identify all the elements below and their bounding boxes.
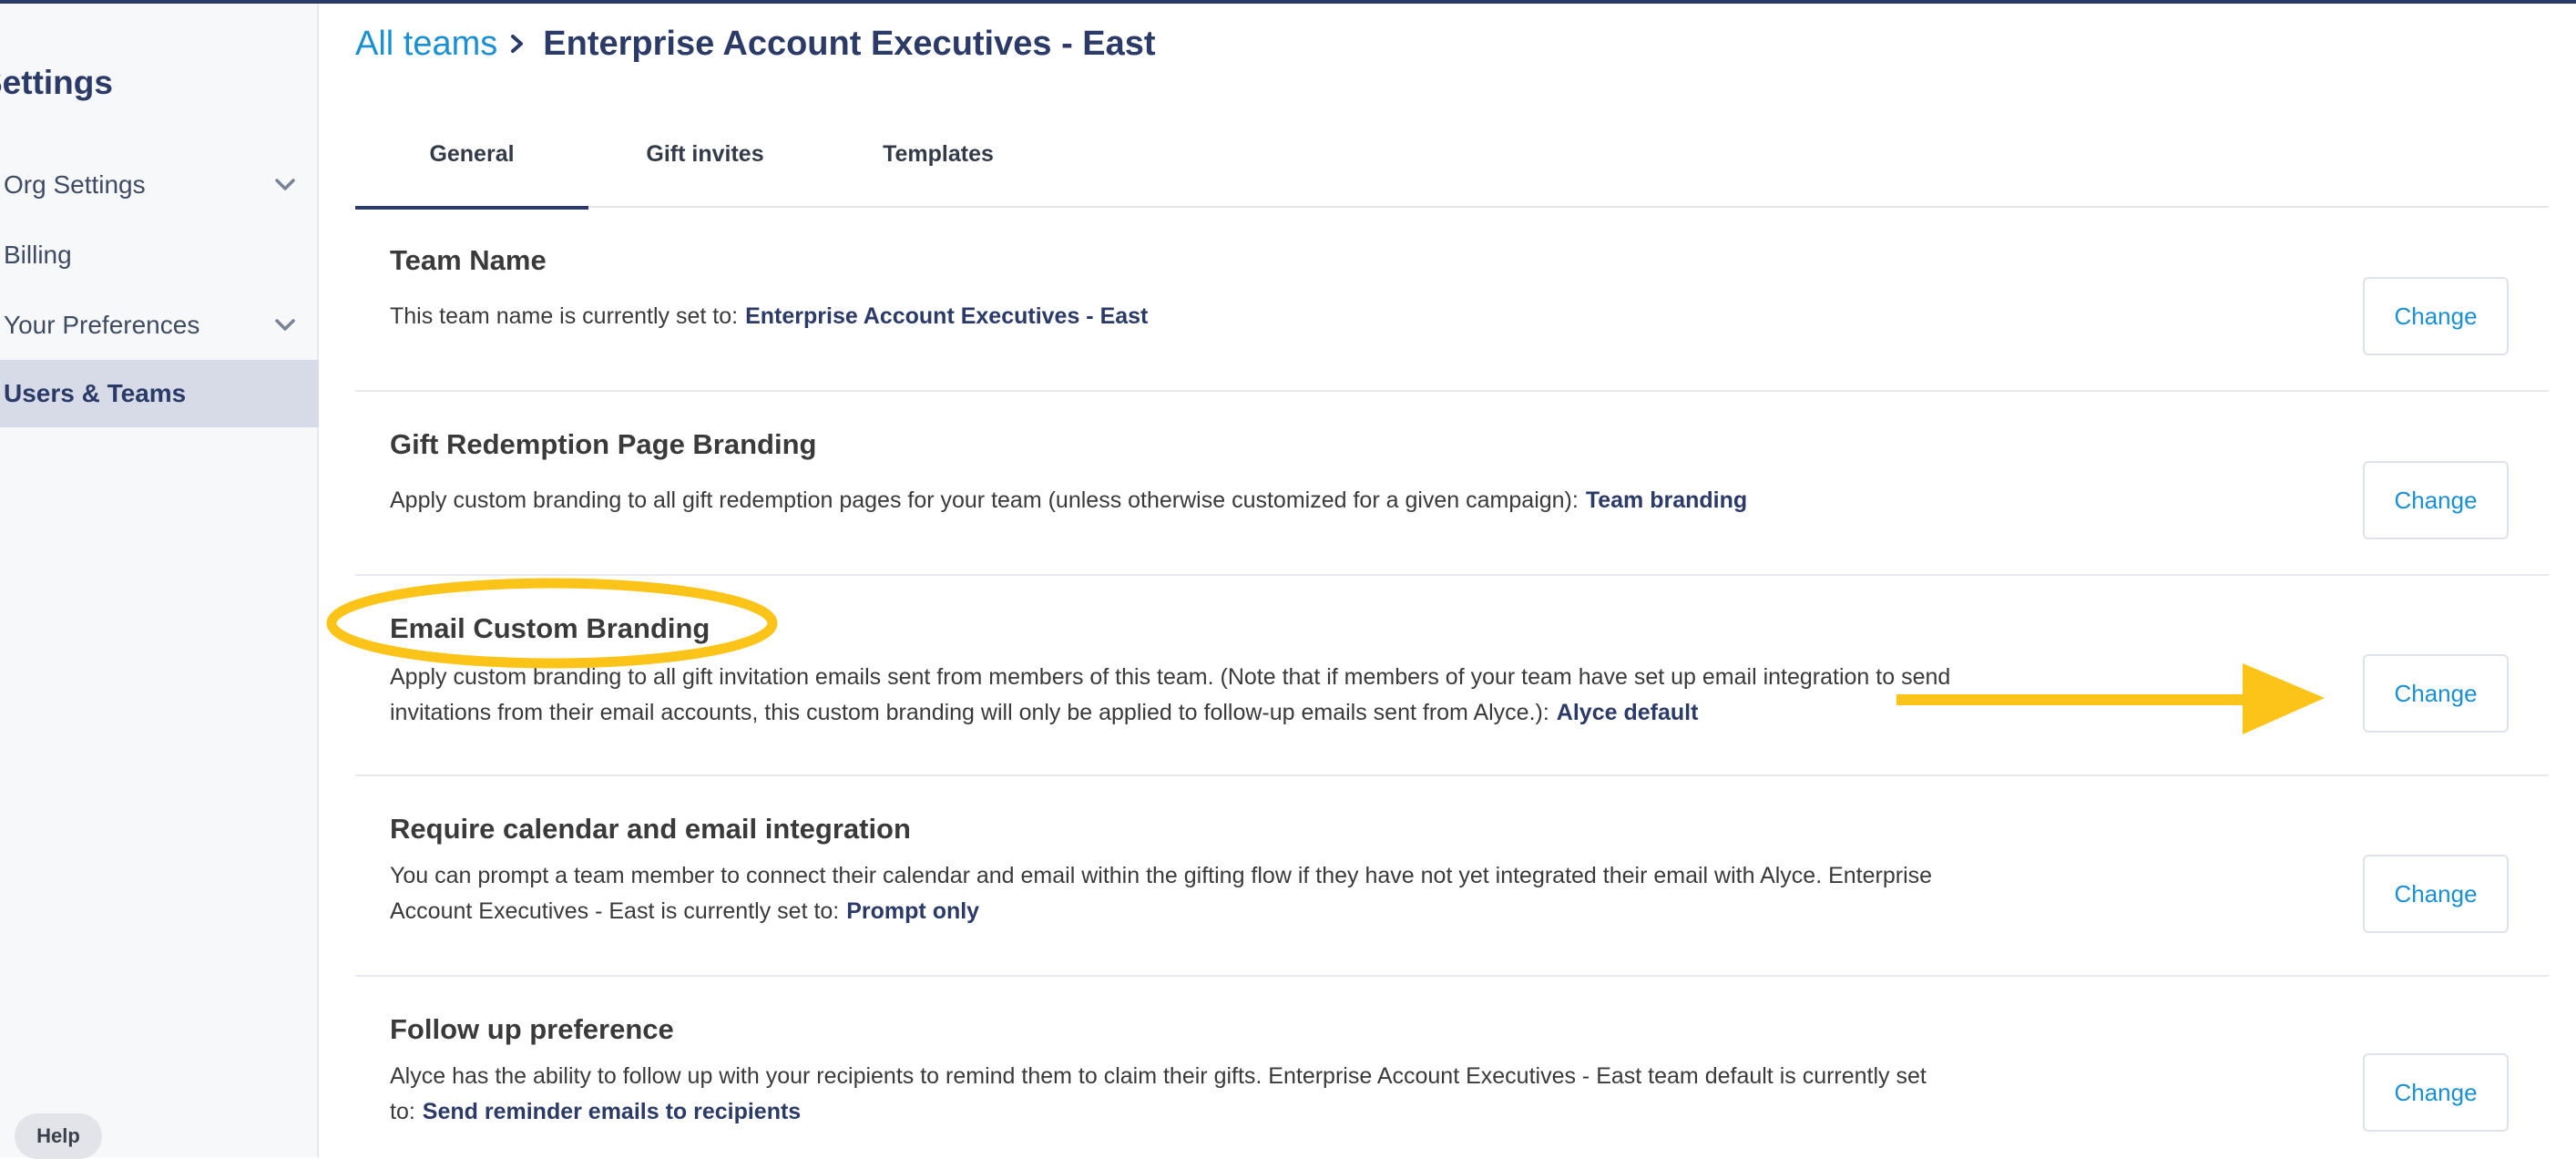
change-redemption-branding-button[interactable]: Change — [2363, 461, 2509, 539]
section-description: Alyce has the ability to follow up with … — [390, 1059, 1993, 1130]
section-description: Apply custom branding to all gift invita… — [390, 660, 1975, 731]
sidebar-item-label: Users & Teams — [4, 379, 187, 407]
change-follow-up-button[interactable]: Change — [2363, 1053, 2509, 1132]
change-email-branding-button[interactable]: Change — [2363, 654, 2509, 733]
team-name-section: Team Name This team name is currently se… — [355, 210, 2549, 392]
chevron-down-icon — [271, 171, 299, 199]
breadcrumb: All teams Enterprise Account Executives … — [355, 18, 1156, 69]
section-title: Gift Redemption Page Branding — [390, 428, 817, 460]
chevron-down-icon — [271, 312, 299, 339]
section-title: Require calendar and email integration — [390, 813, 911, 845]
tab-general[interactable]: General — [355, 100, 588, 210]
team-name-value: Enterprise Account Executives - East — [745, 303, 1149, 329]
gift-redemption-branding-section: Gift Redemption Page Branding Apply cust… — [355, 394, 2549, 576]
integration-value: Prompt only — [846, 898, 980, 924]
description-text: You can prompt a team member to connect … — [390, 863, 1933, 924]
tab-gift-invites[interactable]: Gift invites — [588, 100, 822, 208]
email-branding-value: Alyce default — [1556, 700, 1699, 725]
team-settings-tabs: General Gift invites Templates — [355, 100, 2549, 210]
sidebar-item-org-settings[interactable]: Org Settings — [0, 151, 319, 219]
settings-sidebar: Settings Org Settings Billing Your Prefe… — [0, 4, 319, 1159]
section-title: Email Custom Branding — [390, 612, 710, 644]
follow-up-value: Send reminder emails to recipients — [422, 1099, 802, 1124]
tab-templates[interactable]: Templates — [822, 100, 1055, 208]
section-description: You can prompt a team member to connect … — [390, 858, 1993, 929]
follow-up-preference-section: Follow up preference Alyce has the abili… — [355, 979, 2549, 1157]
description-text: Apply custom branding to all gift invita… — [390, 664, 1951, 725]
sidebar-item-your-preferences[interactable]: Your Preferences — [0, 292, 319, 359]
page-title: Enterprise Account Executives - East — [543, 24, 1156, 63]
section-title: Follow up preference — [390, 1013, 674, 1045]
sidebar-item-label: Org Settings — [4, 170, 146, 199]
help-button[interactable]: Help — [15, 1113, 102, 1159]
sidebar-item-label: Your Preferences — [4, 311, 200, 339]
sidebar-item-users-teams[interactable]: Users & Teams — [0, 360, 319, 427]
top-accent-bar — [0, 0, 2576, 4]
section-description: This team name is currently set to: Enter… — [390, 299, 1993, 334]
calendar-email-integration-section: Require calendar and email integration Y… — [355, 778, 2549, 977]
breadcrumb-all-teams-link[interactable]: All teams — [355, 25, 497, 64]
sidebar-title: Settings — [0, 64, 113, 101]
chevron-right-icon — [510, 34, 530, 54]
sidebar-item-billing[interactable]: Billing — [0, 221, 319, 289]
email-custom-branding-section: Email Custom Branding Apply custom brand… — [355, 578, 2549, 776]
redemption-branding-value: Team branding — [1585, 487, 1748, 513]
description-text: This team name is currently set to: — [390, 303, 739, 329]
change-integration-button[interactable]: Change — [2363, 855, 2509, 933]
sidebar-item-label: Billing — [4, 241, 72, 269]
change-team-name-button[interactable]: Change — [2363, 277, 2509, 355]
section-title: Team Name — [390, 244, 547, 276]
description-text: Apply custom branding to all gift redemp… — [390, 487, 1579, 513]
section-description: Apply custom branding to all gift redemp… — [390, 483, 1993, 518]
